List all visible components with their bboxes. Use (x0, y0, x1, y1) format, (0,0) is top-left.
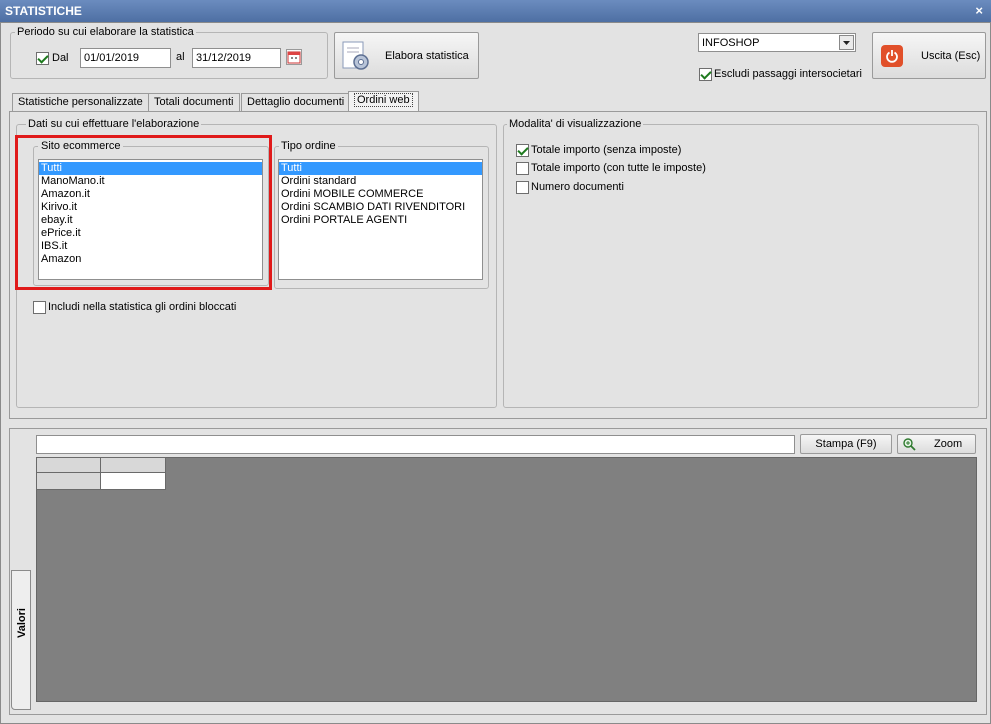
chevron-down-icon[interactable] (839, 35, 854, 50)
dal-checkbox[interactable] (36, 52, 49, 65)
grid-header-cell (36, 457, 101, 473)
uscita-label: Uscita (Esc) (921, 49, 981, 62)
list-item[interactable]: Ordini PORTALE AGENTI (279, 214, 482, 227)
numero-documenti-label: Numero documenti (531, 181, 624, 193)
stampa-label: Stampa (F9) (815, 438, 877, 450)
escludi-label: Escludi passaggi intersocietari (714, 68, 862, 80)
results-search-input[interactable] (36, 435, 795, 454)
totale-con-imposte-checkbox[interactable] (516, 162, 529, 175)
list-item[interactable]: Tutti (279, 162, 482, 175)
grid-cell[interactable] (100, 472, 166, 490)
elabora-statistica-button[interactable]: Elabora statistica (334, 32, 479, 79)
includi-bloccati-checkbox[interactable] (33, 301, 46, 314)
date-from-input[interactable] (80, 48, 171, 68)
tab-statistiche-personalizzate[interactable]: Statistiche personalizzate (12, 93, 149, 111)
power-icon (881, 44, 903, 67)
dati-group-title: Dati su cui effettuare l'elaborazione (26, 118, 202, 130)
grid-row-header-cell (36, 472, 101, 490)
tab-totali-documenti[interactable]: Totali documenti (148, 93, 240, 111)
list-item[interactable]: Ordini standard (279, 175, 482, 188)
totale-senza-imposte-checkbox[interactable] (516, 144, 529, 157)
highlight-box (15, 135, 272, 290)
tab-dettaglio-documenti[interactable]: Dettaglio documenti (241, 93, 351, 111)
tipo-listbox[interactable]: Tutti Ordini standard Ordini MOBILE COMM… (278, 159, 483, 280)
window-title: STATISTICHE (5, 4, 82, 18)
modalita-group-title: Modalita' di visualizzazione (507, 118, 644, 130)
stampa-button[interactable]: Stampa (F9) (800, 434, 892, 454)
elabora-statistica-label: Elabora statistica (385, 49, 469, 62)
zoom-button[interactable]: Zoom (897, 434, 976, 454)
side-tab-label: Valori (16, 608, 28, 638)
totale-senza-imposte-label: Totale importo (senza imposte) (531, 144, 682, 156)
tab-label: Ordini web (354, 93, 413, 107)
company-select-value: INFOSHOP (702, 37, 760, 49)
company-select[interactable]: INFOSHOP (698, 33, 856, 52)
tab-label: Totali documenti (154, 96, 234, 108)
calendar-icon[interactable] (286, 49, 302, 65)
window-titlebar: STATISTICHE (0, 0, 991, 22)
al-label: al (176, 51, 185, 63)
dal-label: Dal (52, 52, 69, 64)
tab-ordini-web[interactable]: Ordini web (348, 91, 419, 111)
gear-document-icon (341, 40, 371, 72)
numero-documenti-checkbox[interactable] (516, 181, 529, 194)
results-grid[interactable] (36, 457, 977, 702)
escludi-checkbox[interactable] (699, 68, 712, 81)
grid-header-cell (100, 457, 166, 473)
date-to-input[interactable] (192, 48, 281, 68)
includi-bloccati-label: Includi nella statistica gli ordini bloc… (48, 301, 237, 313)
side-tab-valori[interactable]: Valori (11, 570, 31, 710)
tipo-group-title: Tipo ordine (279, 140, 338, 152)
tab-label: Dettaglio documenti (247, 96, 345, 108)
list-item[interactable]: Ordini SCAMBIO DATI RIVENDITORI (279, 201, 482, 214)
close-icon[interactable]: × (975, 3, 983, 18)
tab-label: Statistiche personalizzate (18, 96, 143, 108)
list-item[interactable]: Ordini MOBILE COMMERCE (279, 188, 482, 201)
zoom-in-icon (902, 437, 916, 451)
uscita-button[interactable]: Uscita (Esc) (872, 32, 986, 79)
totale-con-imposte-label: Totale importo (con tutte le imposte) (531, 162, 706, 174)
zoom-label: Zoom (934, 438, 963, 450)
period-group-title: Periodo su cui elaborare la statistica (15, 26, 196, 38)
